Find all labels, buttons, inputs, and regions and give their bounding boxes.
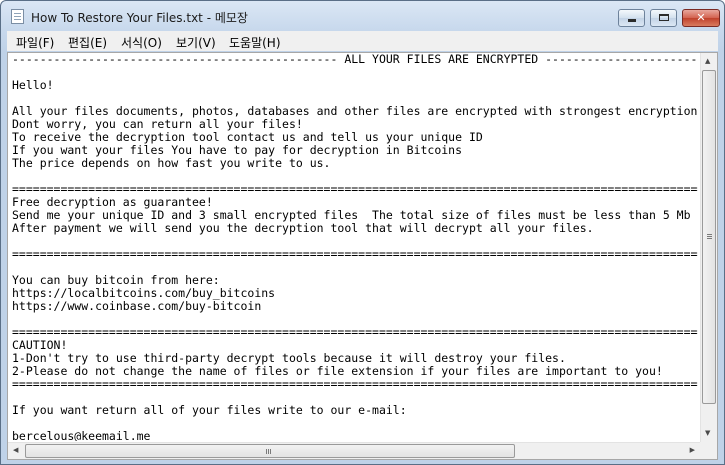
minimize-icon [628,19,636,22]
menu-help[interactable]: 도움말(H) [229,34,281,51]
vertical-scroll-thumb[interactable] [702,70,716,404]
scrollbar-corner [700,442,717,459]
close-button[interactable]: ✕ [682,9,720,27]
menu-file[interactable]: 파일(F) [16,34,54,51]
notepad-window: How To Restore Your Files.txt - 메모장 ✕ 파일… [0,0,725,465]
grip-icon [707,234,712,235]
minimize-button[interactable] [618,9,645,27]
title-bar[interactable]: How To Restore Your Files.txt - 메모장 ✕ [1,1,724,31]
menu-format[interactable]: 서식(O) [121,34,162,51]
text-line: ========================================… [12,247,698,261]
horizontal-scrollbar[interactable]: ◀ ▶ [8,442,700,459]
menu-view[interactable]: 보기(V) [176,34,216,51]
scroll-down-icon[interactable]: ▼ [705,430,710,437]
grip-icon [266,449,267,454]
text-line: Hello! [12,78,54,92]
maximize-icon [659,14,669,21]
maximize-button[interactable] [650,9,677,27]
close-icon: ✕ [696,11,706,24]
text-line: bercelous@keemail.me [12,429,151,442]
menu-bar: 파일(F) 편집(E) 서식(O) 보기(V) 도움말(H) [7,31,718,51]
scroll-up-icon[interactable]: ▲ [705,58,710,65]
text-editor[interactable]: ----------------------------------------… [7,52,718,460]
text-line: If you want return all of your files wri… [12,403,407,417]
scroll-left-icon[interactable]: ◀ [13,447,18,454]
text-line: https://www.coinbase.com/buy-bitcoin [12,299,262,313]
text-line: ========================================… [12,377,698,391]
notepad-icon[interactable] [11,9,24,24]
document-text[interactable]: ----------------------------------------… [12,53,698,441]
text-line: After payment we will send you the decry… [12,221,594,235]
vertical-scrollbar[interactable]: ▲ ▼ [700,53,717,442]
scroll-right-icon[interactable]: ▶ [690,447,695,454]
text-line [12,66,698,79]
text-line: The price depends on how fast you write … [12,156,331,170]
text-line: ----------------------------------------… [12,53,698,66]
window-title: How To Restore Your Files.txt - 메모장 [31,11,248,25]
menu-edit[interactable]: 편집(E) [68,34,107,51]
text-line: ========================================… [12,325,698,339]
horizontal-scroll-thumb[interactable] [25,444,515,458]
